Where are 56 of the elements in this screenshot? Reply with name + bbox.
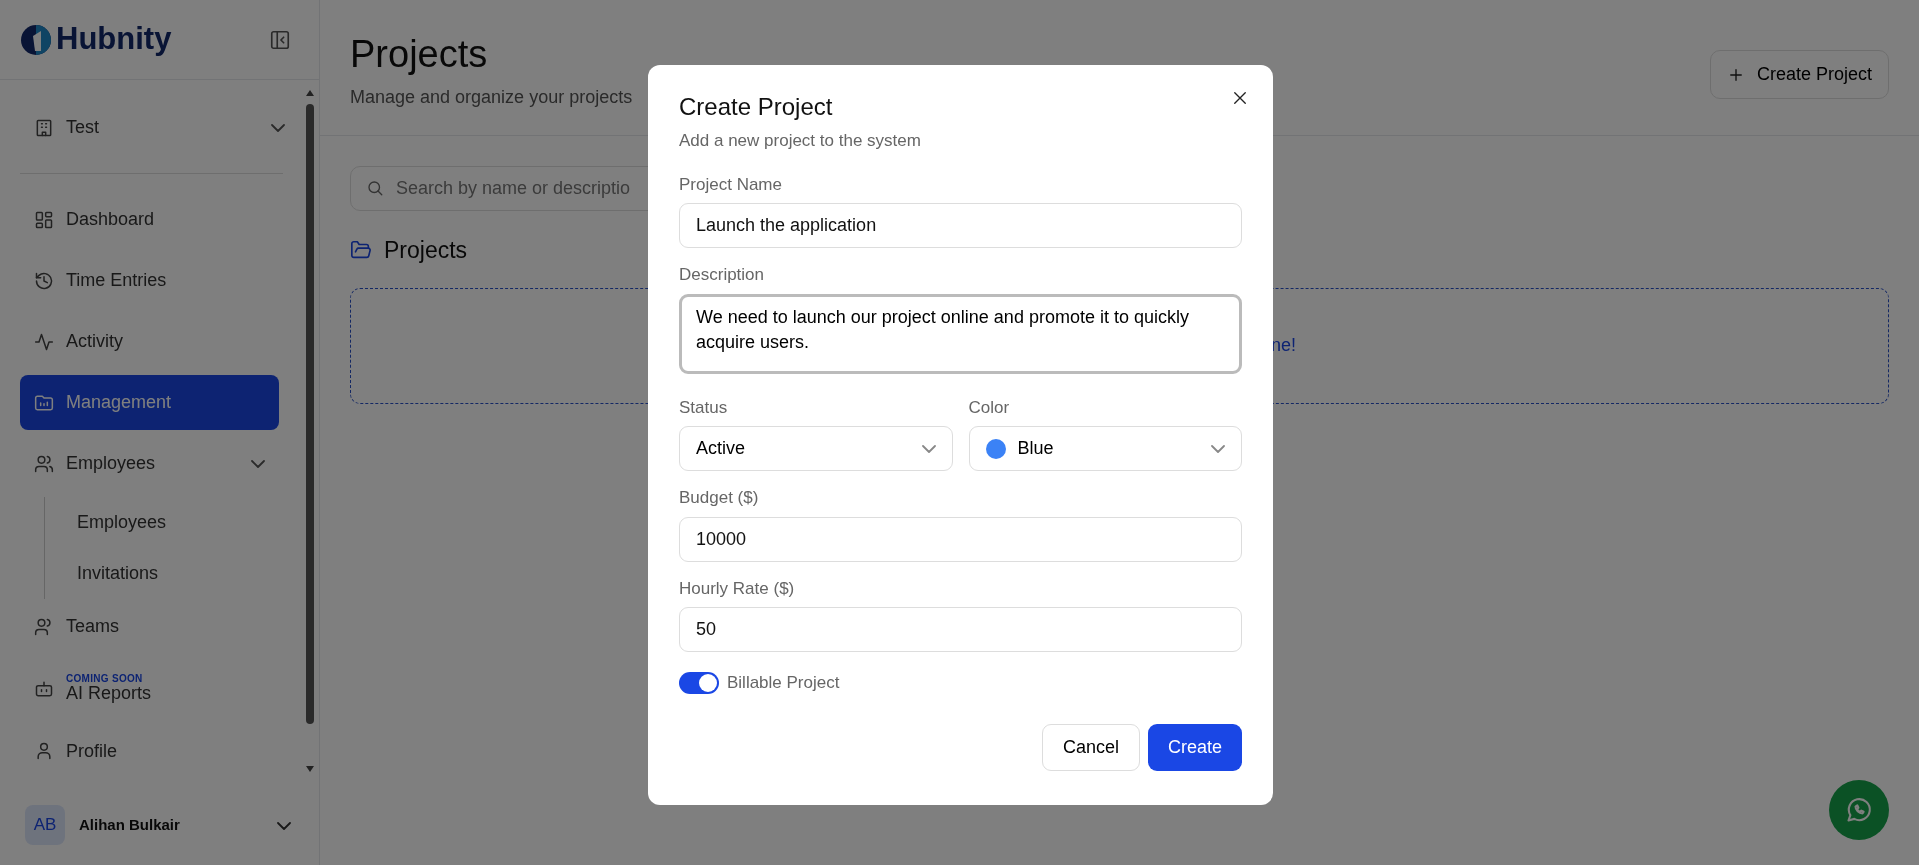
pulse-icon [34,331,54,352]
cancel-button[interactable]: Cancel [1041,723,1140,771]
coming-soon-label: COMING SOON [66,674,144,684]
nav-item[interactable]: Teams [20,599,279,654]
description-field[interactable]: We need to launch our project online and promote it to quickly acquire users. [679,293,1242,374]
nav-item[interactable]: Employees [20,436,279,491]
user-name: Alihan Bulkair [79,814,181,835]
field-label: Hourly Rate ($) [679,577,796,600]
hourly-rate-field[interactable]: 50 [679,607,1242,652]
search-icon [366,179,384,197]
nav-item[interactable]: Profile [20,723,279,779]
nav-item[interactable]: Dashboard [20,192,279,247]
project-name-field[interactable]: Launch the application [679,203,1242,248]
chevron-down-icon [921,444,936,453]
dialog-subtitle: Add a new project to the system [679,130,922,152]
workspace-selector[interactable]: Test [20,102,299,153]
color-select[interactable]: Blue [968,426,1242,471]
page-title: Projects [350,34,489,76]
nav-item[interactable]: COMING SOON AI Reports [20,660,279,718]
brand-name: Hubnity [56,20,172,59]
create-button[interactable]: Create [1147,723,1242,771]
chat-bubble-icon [1845,796,1873,824]
close-icon [1231,89,1249,107]
field-label: Status [679,396,729,419]
nav-label: AI Reports [66,684,153,704]
grid-icon [34,209,54,230]
page-subtitle: Manage and organize your projects [350,85,633,109]
clock-icon [34,270,54,291]
nav-subitem[interactable]: Invitations [77,548,279,599]
nav-subitem[interactable]: Employees [77,497,279,548]
dialog-title: Create Project [679,92,833,122]
field-label: Description [679,264,766,286]
sidebar-toggle-icon [269,29,291,52]
field-label: Project Name [679,173,783,196]
budget-field[interactable]: 10000 [679,516,1242,562]
user-avatar: AB [25,805,65,845]
status-select[interactable]: Active [679,426,953,471]
logo-icon [20,23,52,56]
nav-item[interactable]: Time Entries [20,253,279,308]
create-project-button[interactable]: Create Project [1709,50,1889,99]
chevron-down-icon [271,123,285,132]
field-label: Color [968,396,1011,419]
nav-item[interactable]: Activity [20,314,279,369]
building-icon [34,117,54,138]
chevron-down-icon [1211,444,1225,453]
billable-toggle[interactable] [679,671,719,694]
toggle-label: Billable Project [727,672,840,694]
nav-item[interactable]: Management [20,375,279,430]
people-icon [34,616,54,637]
chevron-down-icon [251,459,265,468]
chat-button[interactable] [1829,780,1889,840]
field-label: Budget ($) [679,487,760,509]
section-title: Projects [384,236,468,265]
people-icon [34,453,54,474]
chevron-down-icon [277,821,291,830]
person-icon [34,741,54,762]
